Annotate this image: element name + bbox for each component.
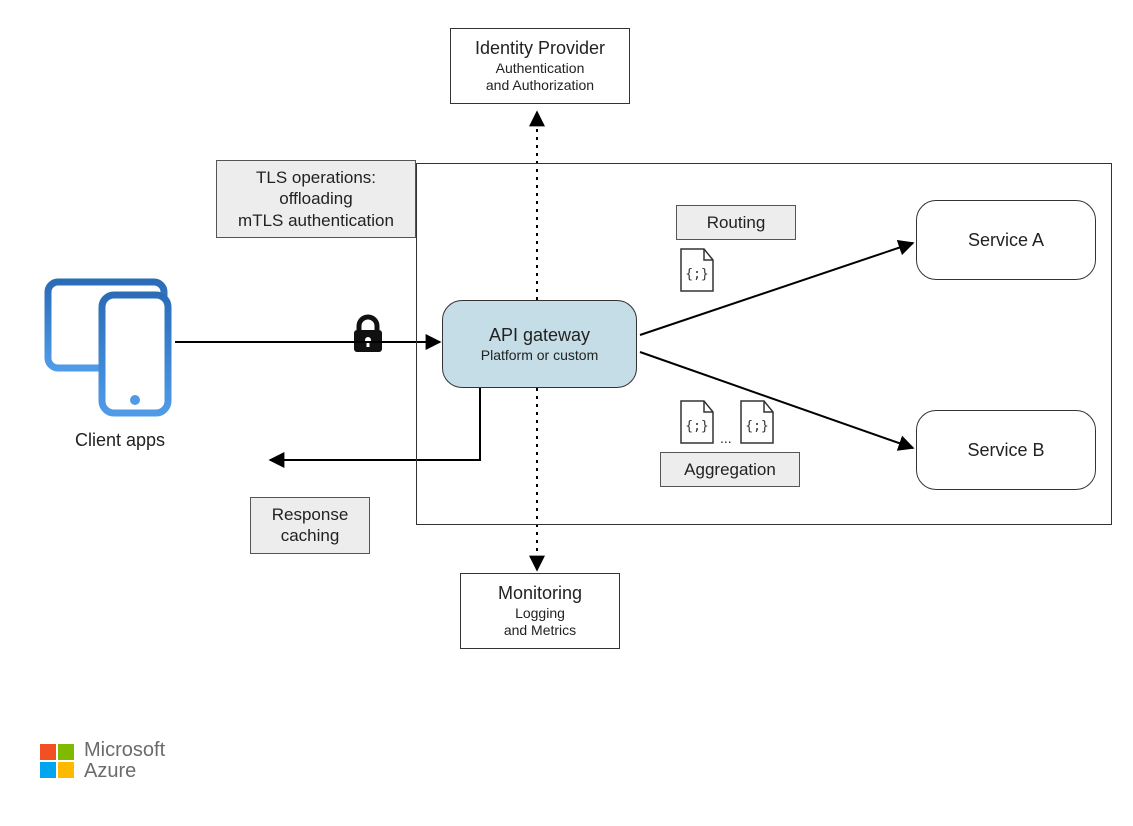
code-file-icon: {;} [680,400,714,444]
service-a-box: Service A [916,200,1096,280]
identity-provider-box: Identity Provider Authentication and Aut… [450,28,630,104]
client-devices-icon [48,282,168,413]
tls-line3: mTLS authentication [227,210,405,231]
monitoring-sub1: Logging [471,605,609,623]
service-a-label: Service A [968,229,1044,252]
code-file-icon: {;} [740,400,774,444]
svg-text:{;}: {;} [745,419,768,434]
tls-operations-box: TLS operations: offloading mTLS authenti… [216,160,416,238]
brand-line2: Azure [84,761,165,782]
identity-provider-sub1: Authentication [461,60,619,78]
monitoring-title: Monitoring [471,582,609,605]
api-gateway-title: API gateway [453,324,626,347]
identity-provider-sub2: and Authorization [461,77,619,95]
api-gateway-sub: Platform or custom [453,347,626,365]
client-apps-caption: Client apps [60,430,180,451]
tls-line1: TLS operations: [227,167,405,188]
api-gateway-box: API gateway Platform or custom [442,300,637,388]
diagram-canvas: Identity Provider Authentication and Aut… [0,0,1133,826]
tls-line2: offloading [227,188,405,209]
response-caching-line1: Response [261,504,359,525]
microsoft-logo-icon [40,744,74,778]
service-b-label: Service B [967,439,1044,462]
microsoft-azure-logo: Microsoft Azure [40,740,165,782]
service-b-box: Service B [916,410,1096,490]
code-file-icon: {;} [680,248,714,292]
monitoring-sub2: and Metrics [471,622,609,640]
monitoring-box: Monitoring Logging and Metrics [460,573,620,649]
aggregation-label: Aggregation [660,452,800,487]
lock-icon [354,317,382,352]
svg-text:{;}: {;} [685,267,708,282]
svg-text:{;}: {;} [685,419,708,434]
identity-provider-title: Identity Provider [461,37,619,60]
brand-line1: Microsoft [84,740,165,761]
aggregation-ellipsis: ... [720,430,732,446]
brand-text: Microsoft Azure [84,740,165,782]
routing-label: Routing [676,205,796,240]
response-caching-line2: caching [261,525,359,546]
response-caching-box: Response caching [250,497,370,554]
